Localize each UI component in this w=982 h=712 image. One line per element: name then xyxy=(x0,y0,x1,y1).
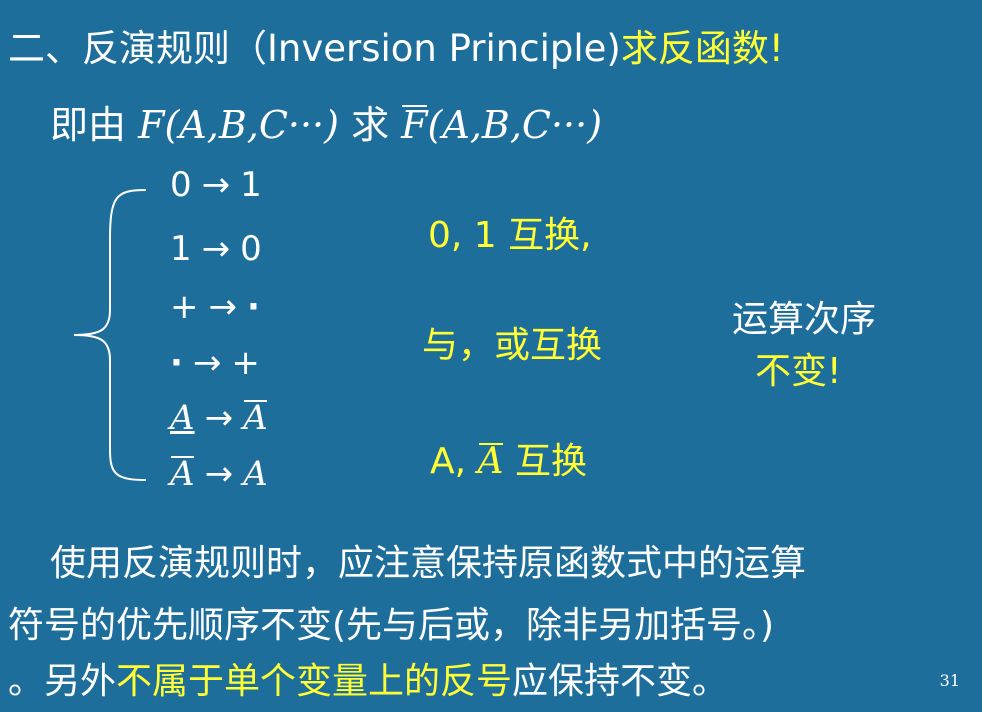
note-swap-01: 0, 1 互换, xyxy=(428,215,592,256)
paragraph-line2: 符号的优先顺序不变(先与后或，除非另加括号。) xyxy=(8,605,775,646)
title-text: 二、反演规则（Inversion Principle) xyxy=(8,27,621,70)
rule-to-complement: A xyxy=(243,398,268,438)
page-number: 31 xyxy=(939,671,960,690)
order-note-line2: 不变! xyxy=(755,351,842,392)
title-highlight: 求反函数! xyxy=(620,27,784,70)
rule-to: + xyxy=(231,343,260,383)
paragraph-line3: 。另外不属于单个变量上的反号应保持不变。 xyxy=(8,661,729,702)
rule-to: 1 xyxy=(240,165,262,205)
rule-row: 0 → 1 xyxy=(170,165,262,205)
rule-from: + xyxy=(170,287,199,327)
rule-row: · → + xyxy=(170,343,260,383)
rule-from: · xyxy=(170,343,183,383)
rule-from-complement: A xyxy=(170,454,195,494)
a-complement: A xyxy=(477,441,504,482)
arrow-icon: → xyxy=(201,165,231,205)
rule-row: A → A xyxy=(170,454,268,494)
subtitle-mid: 求 xyxy=(351,103,390,147)
slide-title: 二、反演规则（Inversion Principle)求反函数! xyxy=(8,18,784,72)
rule-row: A → A xyxy=(170,398,268,438)
rule-from: A xyxy=(170,398,195,438)
arrow-icon: → xyxy=(192,343,222,383)
inverse-function-f: F xyxy=(401,103,428,147)
highlight-text: 不属于单个变量上的反号 xyxy=(116,661,513,702)
arrow-icon: → xyxy=(201,229,231,269)
arrow-icon: → xyxy=(204,398,234,438)
rule-row: + → · xyxy=(170,287,260,327)
rule-from: 0 xyxy=(170,165,192,205)
rule-row: 1 → 0 xyxy=(170,229,262,269)
order-note-line1: 运算次序 xyxy=(732,299,877,340)
inverse-function-args: (A,B,C···) xyxy=(427,103,603,147)
arrow-icon: → xyxy=(208,287,238,327)
rule-from: 1 xyxy=(170,229,192,269)
note-swap-and-or: 与，或互换 xyxy=(422,325,603,366)
rule-to: 0 xyxy=(240,229,262,269)
function-expression: F(A,B,C···) xyxy=(138,103,339,147)
subtitle: 即由 F(A,B,C···) 求 F(A,B,C···) xyxy=(50,94,602,149)
subtitle-prefix: 即由 xyxy=(50,103,127,147)
rule-to: · xyxy=(247,287,260,327)
note-swap-a: A, A 互换 xyxy=(430,441,587,482)
curly-brace xyxy=(73,189,147,481)
arrow-icon: → xyxy=(204,454,234,494)
rule-to: A xyxy=(243,454,268,494)
paragraph-line1: 使用反演规则时，应注意保持原函数式中的运算 xyxy=(50,543,807,584)
